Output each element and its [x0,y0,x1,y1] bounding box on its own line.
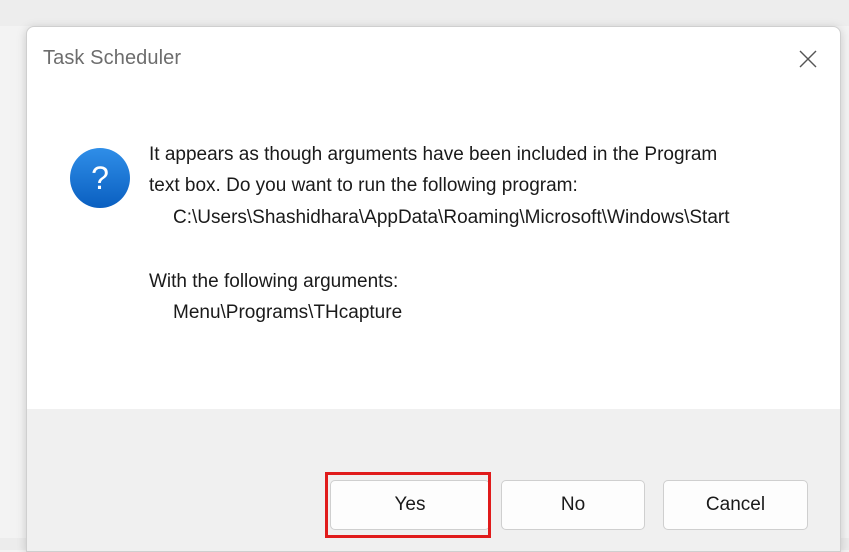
svg-text:?: ? [91,160,109,196]
close-button[interactable] [790,41,826,77]
question-icon: ? [70,148,130,208]
message-line-1: It appears as though arguments have been… [149,144,718,165]
dialog-titlebar: Task Scheduler [27,27,840,93]
dialog-title: Task Scheduler [43,47,182,69]
program-path: C:\Users\Shashidhara\AppData\Roaming\Mic… [173,207,730,228]
no-button[interactable]: No [501,480,645,530]
dialog-content: ? It appears as though arguments have be… [27,93,840,409]
arguments-label: With the following arguments: [149,271,399,292]
message-line-2: text box. Do you want to run the followi… [149,175,578,196]
dialog-button-bar: Yes No Cancel [27,409,840,551]
arguments-value: Menu\Programs\THcapture [173,302,403,323]
close-icon [799,50,817,68]
task-scheduler-dialog: Task Scheduler ? It appears as though ar… [26,26,841,552]
yes-button[interactable]: Yes [330,480,490,530]
background-window-strip [0,0,849,26]
cancel-button[interactable]: Cancel [663,480,808,530]
